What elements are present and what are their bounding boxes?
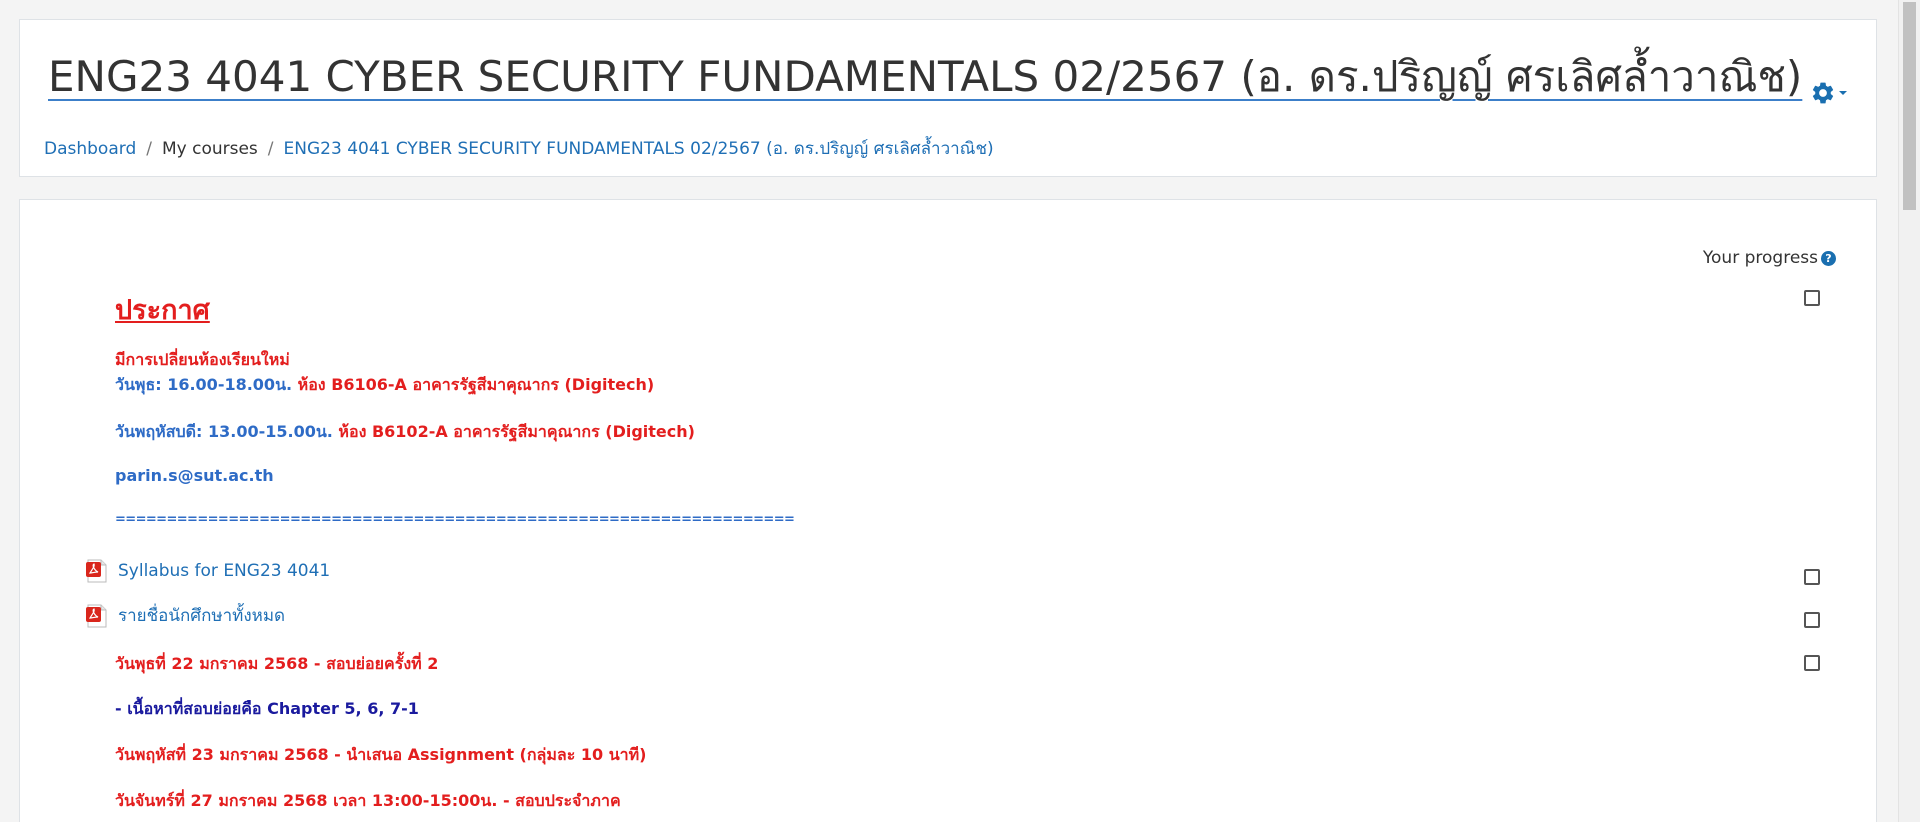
progress-header: Your progress ? bbox=[1703, 248, 1836, 268]
page-title: ENG23 4041 CYBER SECURITY FUNDAMENTALS 0… bbox=[48, 52, 1803, 101]
wednesday-room: ห้อง B6106-A อาคารรัฐสีมาคุณากร (Digitec… bbox=[292, 375, 655, 394]
completion-checkbox-schedule[interactable] bbox=[1804, 655, 1820, 671]
activity-syllabus[interactable]: Syllabus for ENG23 4041 bbox=[86, 559, 330, 583]
course-content: Your progress ? ประกาศ มีการเปลี่ยนห้องเ… bbox=[19, 199, 1877, 822]
breadcrumb-separator: / bbox=[146, 138, 152, 159]
course-page: ENG23 4041 CYBER SECURITY FUNDAMENTALS 0… bbox=[0, 0, 1920, 822]
pdf-icon bbox=[86, 559, 107, 583]
quiz-schedule: วันพุธที่ 22 มกราคม 2568 - สอบย่อยครั้งท… bbox=[115, 654, 439, 673]
breadcrumb-dashboard[interactable]: Dashboard bbox=[44, 139, 136, 159]
room-change-notice: มีการเปลี่ยนห้องเรียนใหม่ bbox=[115, 350, 290, 369]
breadcrumb: Dashboard / My courses / ENG23 4041 CYBE… bbox=[44, 135, 994, 162]
completion-checkbox-student-list[interactable] bbox=[1804, 612, 1820, 628]
gear-icon bbox=[1812, 82, 1834, 104]
progress-label: Your progress bbox=[1702, 248, 1818, 268]
breadcrumb-my-courses: My courses bbox=[161, 138, 258, 159]
completion-checkbox-syllabus[interactable] bbox=[1804, 569, 1820, 585]
course-settings-menu[interactable] bbox=[1810, 80, 1848, 106]
breadcrumb-separator: / bbox=[267, 138, 274, 159]
thursday-time: วันพฤหัสบดี: 13.00-15.00น. bbox=[115, 422, 333, 441]
quiz-content: - เนื้อหาที่สอบย่อยคือ Chapter 5, 6, 7-1 bbox=[115, 699, 419, 718]
breadcrumb-course[interactable]: ENG23 4041 CYBER SECURITY FUNDAMENTALS 0… bbox=[284, 135, 994, 162]
wednesday-time: วันพุธ: 16.00-18.00น. bbox=[115, 375, 293, 394]
caret-down-icon bbox=[1839, 91, 1847, 95]
activity-label: รายชื่อนักศึกษาทั้งหมด bbox=[118, 606, 286, 626]
help-icon[interactable]: ? bbox=[1821, 250, 1836, 266]
pdf-icon bbox=[86, 604, 107, 627]
assignment-schedule: วันพฤหัสที่ 23 มกราคม 2568 - นำเสนอ Assi… bbox=[115, 745, 647, 764]
thursday-room: ห้อง B6102-A อาคารรัฐสีมาคุณากร (Digitec… bbox=[332, 422, 695, 441]
announcement-title: ประกาศ bbox=[115, 295, 210, 326]
activity-student-list[interactable]: รายชื่อนักศึกษาทั้งหมด bbox=[86, 602, 285, 629]
announcement-divider: ========================================… bbox=[115, 512, 795, 527]
scrollbar-thumb[interactable] bbox=[1903, 2, 1916, 210]
completion-checkbox-announcement[interactable] bbox=[1804, 290, 1820, 306]
wednesday-schedule: วันพุธ: 16.00-18.00น. ห้อง B6106-A อาคาร… bbox=[115, 373, 654, 398]
page-scrollbar[interactable] bbox=[1898, 0, 1920, 822]
exam-schedule: วันจันทร์ที่ 27 มกราคม 2568 เวลา 13:00-1… bbox=[115, 791, 621, 810]
thursday-schedule: วันพฤหัสบดี: 13.00-15.00น. ห้อง B6102-A … bbox=[115, 420, 695, 445]
page-header: ENG23 4041 CYBER SECURITY FUNDAMENTALS 0… bbox=[19, 19, 1877, 177]
contact-email: parin.s@sut.ac.th bbox=[115, 466, 274, 485]
activity-label: Syllabus for ENG23 4041 bbox=[118, 561, 331, 581]
